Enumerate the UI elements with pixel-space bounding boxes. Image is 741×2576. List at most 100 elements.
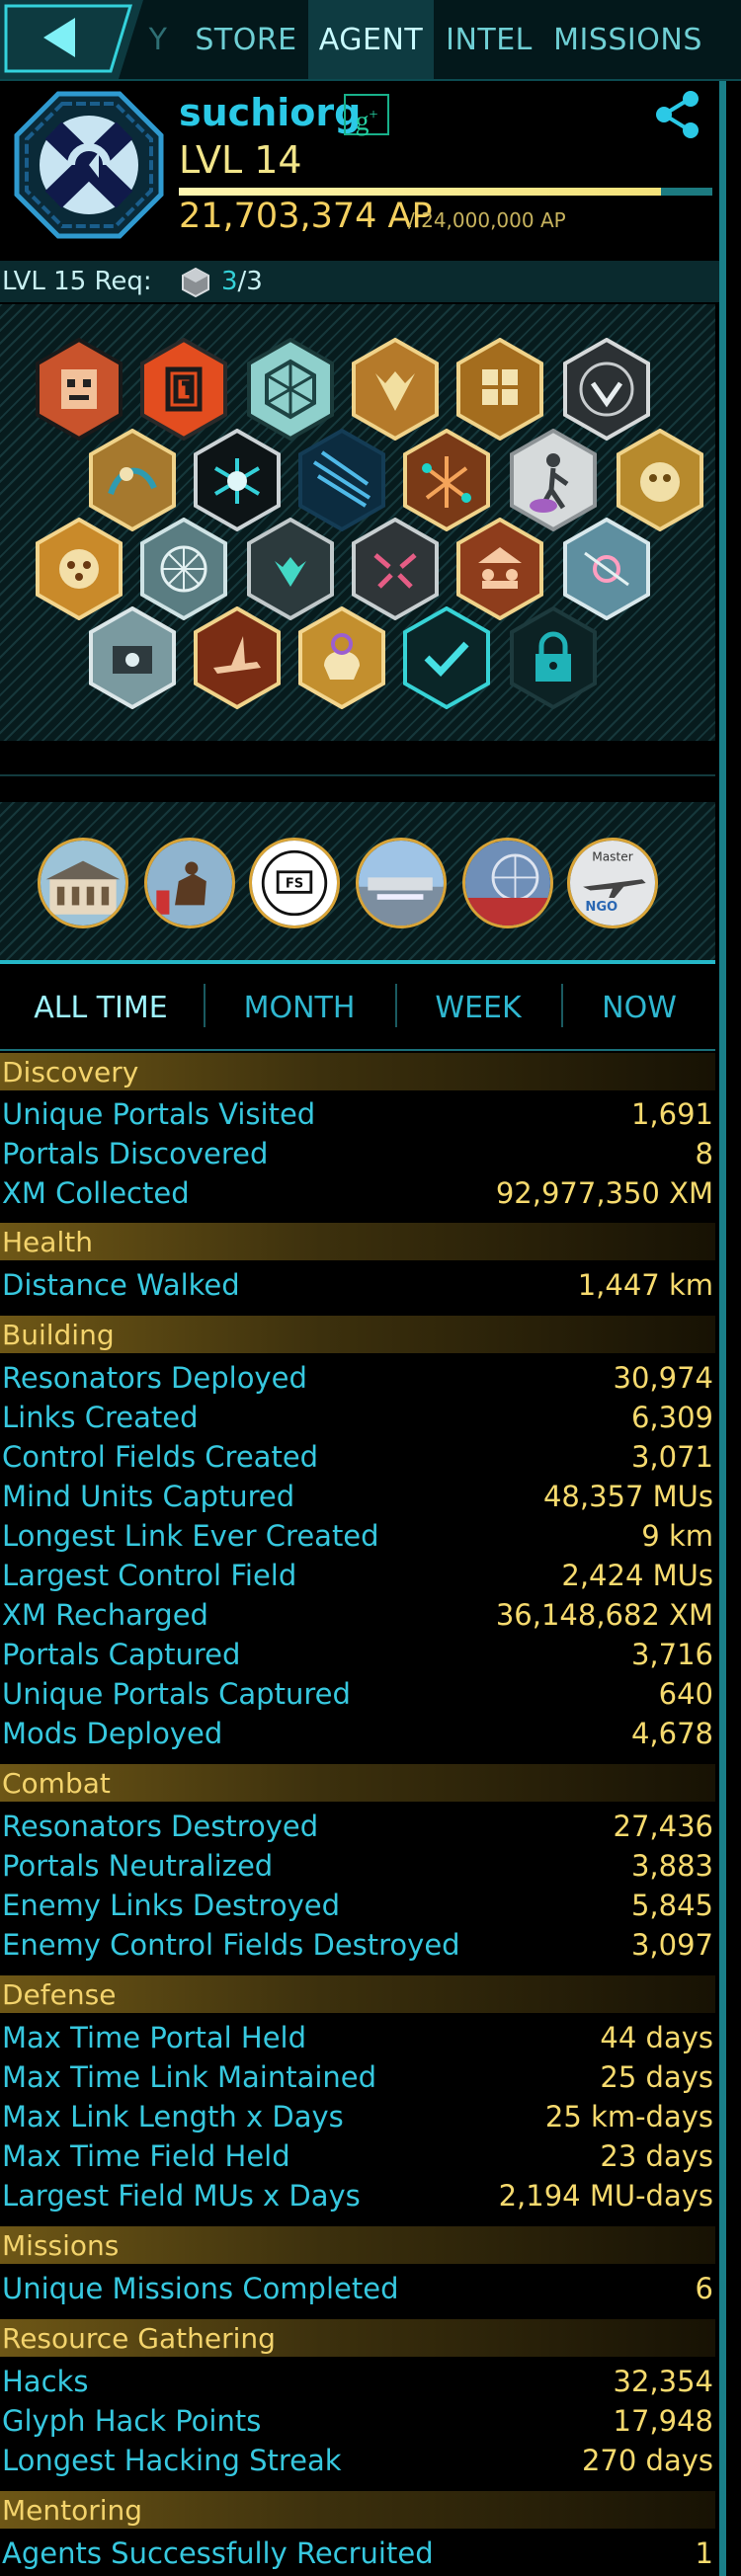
medal-recharger-icon[interactable]	[615, 429, 705, 531]
medal-pioneer-icon[interactable]	[192, 606, 283, 709]
period-divider	[0, 1049, 715, 1051]
medal-translator-icon[interactable]	[34, 338, 124, 441]
mission-badge-statue-icon[interactable]	[144, 838, 235, 928]
stat-value: 6,309	[630, 1401, 713, 1434]
medal-prime-challenge-icon[interactable]	[401, 606, 492, 709]
medal-seer-icon[interactable]	[350, 518, 441, 620]
tab-intel[interactable]: INTEL	[436, 0, 542, 79]
stat-value: 640	[658, 1677, 713, 1711]
google-plus-icon[interactable]: g+	[344, 94, 389, 136]
stat-row: Control Fields Created 3,071	[0, 1438, 715, 1478]
stat-row: Unique Portals Visited 1,691	[0, 1095, 715, 1135]
period-tabs: ALL TIME MONTH WEEK NOW	[0, 968, 715, 1043]
medal-mind-controller-icon[interactable]	[34, 518, 124, 620]
stat-value: 3,883	[630, 1849, 713, 1883]
stat-row: Mods Deployed 4,678	[0, 1715, 715, 1754]
section-header-resource-gathering: Resource Gathering	[0, 2319, 715, 2357]
stat-label: Portals Captured	[2, 1638, 241, 1671]
tab-now[interactable]: NOW	[563, 968, 715, 1043]
faction-badge-icon[interactable]	[14, 91, 164, 239]
back-button[interactable]	[0, 0, 143, 79]
stat-row: Largest Field MUs x Days 2,194 MU-days	[0, 2177, 715, 2216]
medal-locked-icon[interactable]	[508, 606, 599, 709]
top-nav: Y STORE AGENT INTEL MISSIONS	[0, 0, 741, 81]
stat-row: Glyph Hack Points 17,948	[0, 2402, 715, 2442]
stat-row: Hacks 32,354	[0, 2363, 715, 2402]
share-icon[interactable]	[652, 89, 703, 140]
medal-guardian-icon[interactable]	[350, 338, 441, 441]
stat-value: 27,436	[613, 1810, 713, 1843]
mission-badge-ferris-wheel-icon[interactable]	[462, 838, 553, 928]
medal-engineer-icon[interactable]	[245, 518, 336, 620]
tab-store[interactable]: STORE	[183, 0, 309, 79]
tab-agent[interactable]: AGENT	[308, 0, 434, 79]
stat-value: 25 days	[600, 2060, 713, 2094]
stat-label: Largest Field MUs x Days	[2, 2179, 361, 2213]
tab-month[interactable]: MONTH	[206, 968, 393, 1043]
stat-value: 23 days	[600, 2139, 713, 2173]
stat-value: 3,097	[630, 1928, 713, 1962]
medal-missionday-hand-icon[interactable]	[296, 606, 387, 709]
medal-liberator-icon[interactable]	[138, 518, 229, 620]
section-header-defense: Defense	[0, 1975, 715, 2013]
stat-label: Max Link Length x Days	[2, 2100, 344, 2133]
stat-label: Longest Hacking Streak	[2, 2444, 342, 2477]
medal-mission-day-icon[interactable]	[561, 518, 652, 620]
level-requirement-count: 3/3	[221, 267, 263, 296]
stat-label: Max Time Portal Held	[2, 2021, 307, 2054]
stat-value: 25 km-days	[544, 2100, 713, 2133]
tab-partial[interactable]: Y	[148, 0, 168, 79]
stat-label: Distance Walked	[2, 1268, 240, 1302]
medal-specops-icon[interactable]	[87, 606, 178, 709]
tab-all-time[interactable]: ALL TIME	[0, 968, 202, 1043]
stat-label: Hacks	[2, 2365, 89, 2398]
medal-innovator-icon[interactable]	[245, 338, 336, 441]
stat-label: Resonators Destroyed	[2, 1810, 319, 1843]
stat-value: 36,148,682 XM	[495, 1598, 713, 1632]
stat-row: Max Time Portal Held 44 days	[0, 2019, 715, 2058]
medal-trekker-icon[interactable]	[508, 429, 599, 531]
mission-badge-city-icon[interactable]	[356, 838, 447, 928]
stat-value: 5,845	[630, 1889, 713, 1922]
stat-row: Resonators Destroyed 27,436	[0, 1808, 715, 1847]
stat-row: Unique Missions Completed 6	[0, 2270, 715, 2309]
stat-row: Max Time Field Held 23 days	[0, 2137, 715, 2177]
medal-sojourner-icon[interactable]	[561, 338, 652, 441]
stat-label: Mind Units Captured	[2, 1480, 295, 1513]
ap-progress-bar	[179, 188, 712, 196]
mission-badge-building-icon[interactable]	[38, 838, 128, 928]
stat-value: 3,716	[630, 1638, 713, 1671]
medal-grid	[0, 304, 715, 741]
stat-row: Max Time Link Maintained 25 days	[0, 2058, 715, 2098]
medal-hacker-icon[interactable]	[192, 429, 283, 531]
ap-current: 21,703,374 AP	[179, 197, 433, 236]
stat-label: Mods Deployed	[2, 1717, 223, 1750]
tab-missions[interactable]: MISSIONS	[546, 0, 709, 79]
medal-builder-icon[interactable]	[454, 338, 545, 441]
stat-value: 3,071	[630, 1440, 713, 1474]
svg-text:FS: FS	[286, 877, 303, 892]
stat-row: Max Link Length x Days 25 km-days	[0, 2098, 715, 2137]
mission-badge-fsj-icon[interactable]: FS	[249, 838, 340, 928]
stat-label: Max Time Field Held	[2, 2139, 290, 2173]
tab-week[interactable]: WEEK	[397, 968, 559, 1043]
mission-badge-airplane-icon[interactable]: Master NGO	[567, 838, 658, 928]
stat-label: Longest Link Ever Created	[2, 1519, 379, 1553]
stat-row: Unique Portals Captured 640	[0, 1675, 715, 1715]
medal-explorer-icon[interactable]	[87, 429, 178, 531]
stat-row: XM Collected 92,977,350 XM	[0, 1174, 715, 1214]
medal-connector-icon[interactable]	[401, 429, 492, 531]
scrollbar[interactable]	[719, 81, 726, 2576]
stat-value: 92,977,350 XM	[495, 1176, 713, 1210]
stat-value: 32,354	[613, 2365, 713, 2398]
stat-label: XM Recharged	[2, 1598, 208, 1632]
medal-recruiter-icon[interactable]	[454, 518, 545, 620]
hexagon-gem-icon	[182, 268, 209, 297]
stat-value: 270 days	[581, 2444, 713, 2477]
stat-label: Max Time Link Maintained	[2, 2060, 377, 2094]
stat-row: XM Recharged 36,148,682 XM	[0, 1596, 715, 1636]
stat-label: Agents Successfully Recruited	[2, 2536, 434, 2570]
medal-illuminator-icon[interactable]	[138, 338, 229, 441]
stat-row: Enemy Links Destroyed 5,845	[0, 1887, 715, 1926]
medal-purifier-icon[interactable]	[296, 429, 387, 531]
